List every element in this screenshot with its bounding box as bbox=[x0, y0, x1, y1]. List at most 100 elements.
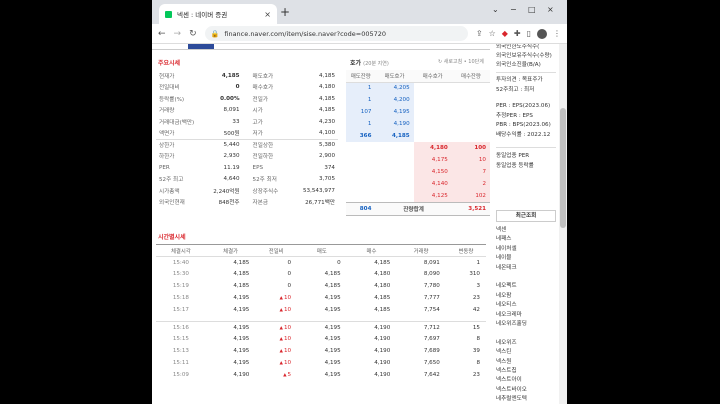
quote-row: 외국인현재 848천주 자본금 26,771백만 bbox=[156, 197, 338, 209]
quote-cell-v: 848천주 bbox=[218, 200, 240, 207]
reload-icon[interactable]: ↻ bbox=[189, 29, 197, 39]
recent-item[interactable]: 넥스틴 bbox=[496, 348, 558, 357]
quote-cell-k2: 전일하한 bbox=[252, 154, 274, 161]
profile-avatar[interactable] bbox=[537, 28, 547, 39]
quote-cell-k: 거래대금(백만) bbox=[159, 119, 195, 126]
quote-cell-k2: 매수호가 bbox=[252, 85, 274, 92]
recent-item[interactable]: 네온테크 bbox=[496, 264, 558, 273]
sidebar-text[interactable]: 동일업종 PER bbox=[496, 152, 558, 161]
puzzle-icon[interactable]: ✚ bbox=[514, 29, 521, 38]
recent-item[interactable]: 네오위즈홀딩 bbox=[496, 320, 558, 329]
time-section-title: 시간별시세 bbox=[158, 232, 186, 241]
share-icon[interactable]: ⇪ bbox=[476, 29, 483, 38]
sell-cell: 4,195 bbox=[324, 371, 341, 378]
ask-row: 1 4,190 bbox=[346, 118, 490, 130]
sidebar-text[interactable]: 배당수익률 : 2022.12 bbox=[496, 131, 558, 140]
quote-cell-k2: 자본금 bbox=[252, 200, 268, 207]
buy-cell: 4,185 bbox=[374, 259, 391, 266]
side-panel-icon[interactable]: ▯ bbox=[527, 29, 531, 38]
sell-cell: 4,195 bbox=[324, 306, 341, 313]
quote-cell-v: 2,930 bbox=[223, 153, 240, 160]
quote-cell-k: 거래량 bbox=[159, 108, 175, 115]
empty-cell bbox=[375, 178, 414, 190]
price-cell: 4,185 bbox=[233, 282, 250, 289]
hoga-refresh-link[interactable]: ↻ 새로고침 • 10단계 bbox=[438, 58, 484, 65]
delta-cell: 23 bbox=[472, 371, 480, 378]
forward-arrow-icon[interactable]: → bbox=[174, 29, 182, 39]
time-cell: 15:16 bbox=[172, 324, 189, 331]
empty-cell bbox=[413, 94, 452, 106]
price-cell: 4,195 bbox=[233, 294, 250, 301]
recent-item[interactable]: 네오위즈 bbox=[496, 339, 558, 348]
volume-cell: 7,642 bbox=[423, 371, 440, 378]
quote-row: PER 11.19 EPS 374 bbox=[156, 162, 338, 174]
recent-item[interactable]: 네패스 bbox=[496, 235, 558, 244]
recent-item[interactable]: 넥스트칩 bbox=[496, 367, 558, 376]
hoga-header: 매도잔량 bbox=[346, 70, 376, 83]
sidebar-text[interactable]: 추정PER : EPS bbox=[496, 112, 558, 121]
sidebar-text[interactable]: 52주최고 : 최저 bbox=[496, 86, 558, 95]
ask-row: 1 4,205 bbox=[346, 82, 490, 94]
recent-item[interactable]: 네오펙트 bbox=[496, 282, 558, 291]
menu-kebab-icon[interactable]: ⋮ bbox=[553, 29, 561, 38]
tab-close-icon[interactable]: × bbox=[264, 10, 271, 19]
tab-search-icon[interactable]: ⌄ bbox=[492, 5, 499, 14]
browser-tab[interactable]: 넥센 : 네이버 증권 × bbox=[159, 4, 277, 24]
ask-price: 4,200 bbox=[375, 94, 414, 106]
recent-item[interactable]: 넥스원 bbox=[496, 358, 558, 367]
change-cell: 10 bbox=[255, 357, 297, 369]
delta-cell: 39 bbox=[472, 347, 480, 354]
sidebar-text[interactable]: 외국인보유주식수(수량) bbox=[496, 52, 558, 61]
recent-item[interactable]: 네오크레마 bbox=[496, 311, 558, 320]
browser-window: 넥센 : 네이버 증권 × + ⌄ − □ × ← → ↻ 🔒 finance.… bbox=[152, 0, 567, 404]
quote-row: 액면가 500원 저가 4,100 bbox=[156, 128, 338, 140]
empty-cell bbox=[375, 142, 414, 154]
recent-item[interactable]: 네이처셀 bbox=[496, 245, 558, 254]
maximize-button[interactable]: □ bbox=[528, 5, 536, 14]
recent-item[interactable]: 넥센 bbox=[496, 226, 558, 235]
address-bar[interactable]: 🔒 finance.naver.com/item/sise.naver?code… bbox=[204, 26, 468, 41]
sell-cell: 4,195 bbox=[324, 294, 341, 301]
price-cell: 4,185 bbox=[233, 259, 250, 266]
back-arrow-icon[interactable]: ← bbox=[158, 29, 166, 39]
change-value: 10 bbox=[280, 348, 292, 354]
time-cell: 15:19 bbox=[172, 282, 189, 289]
recent-item[interactable]: 네오티스 bbox=[496, 301, 558, 310]
recent-item[interactable]: 네추럴엔도텍 bbox=[496, 395, 558, 404]
bookmark-star-icon[interactable]: ☆ bbox=[489, 29, 496, 38]
change-value: 5 bbox=[283, 372, 291, 378]
time-cell: 15:18 bbox=[172, 294, 189, 301]
sidebar-text[interactable]: PBR : BPS(2023.06) bbox=[496, 121, 558, 130]
close-window-button[interactable]: × bbox=[547, 5, 554, 14]
minimize-button[interactable]: − bbox=[510, 5, 517, 14]
scrollbar-thumb[interactable] bbox=[560, 108, 566, 228]
bid-price: 4,150 bbox=[413, 166, 452, 178]
sell-cell: 4,195 bbox=[324, 359, 341, 366]
sidebar-text[interactable]: 외국인한도주식수( bbox=[496, 44, 558, 52]
time-price-table: 체결시각 체결가 전일비 매도 매수 거래량 변동량 15:40 4,185 0 0 4,185 8,0… bbox=[156, 244, 486, 380]
empty-cell bbox=[346, 142, 376, 154]
hoga-section-title: 호가 (20분 지연) bbox=[350, 58, 389, 67]
quote-cell-k2: 시가 bbox=[252, 108, 263, 115]
recent-item[interactable]: 네오팜 bbox=[496, 292, 558, 301]
ask-qty: 366 bbox=[346, 130, 376, 142]
recent-item[interactable]: 넥스트아이 bbox=[496, 376, 558, 385]
change-cell: 10 bbox=[255, 292, 297, 304]
sidebar-text[interactable]: PER : EPS(2023.06) bbox=[496, 102, 558, 111]
empty-cell bbox=[451, 130, 490, 142]
sidebar-text[interactable]: 동일업종 등락률 bbox=[496, 162, 558, 171]
extension-icon[interactable]: ◆ bbox=[502, 29, 508, 38]
quote-cell-k2: 전일가 bbox=[252, 96, 268, 103]
scrollbar[interactable] bbox=[559, 44, 567, 404]
time-row: 15:40 4,185 0 0 4,185 8,091 1 bbox=[156, 257, 486, 269]
quote-cell-v2: 374 bbox=[324, 164, 335, 171]
ask-row: 1 4,200 bbox=[346, 94, 490, 106]
new-tab-button[interactable]: + bbox=[280, 5, 290, 19]
empty-cell bbox=[413, 118, 452, 130]
recent-item[interactable]: 네이블 bbox=[496, 254, 558, 263]
sidebar-text[interactable]: 외국인소진율(B/A) bbox=[496, 61, 558, 70]
sidebar-text[interactable]: 투자의견 : 목표주가 bbox=[496, 76, 558, 85]
ask-qty: 1 bbox=[346, 82, 376, 94]
time-header: 전일비 bbox=[255, 244, 298, 257]
recent-item[interactable]: 넥스트바이오 bbox=[496, 386, 558, 395]
